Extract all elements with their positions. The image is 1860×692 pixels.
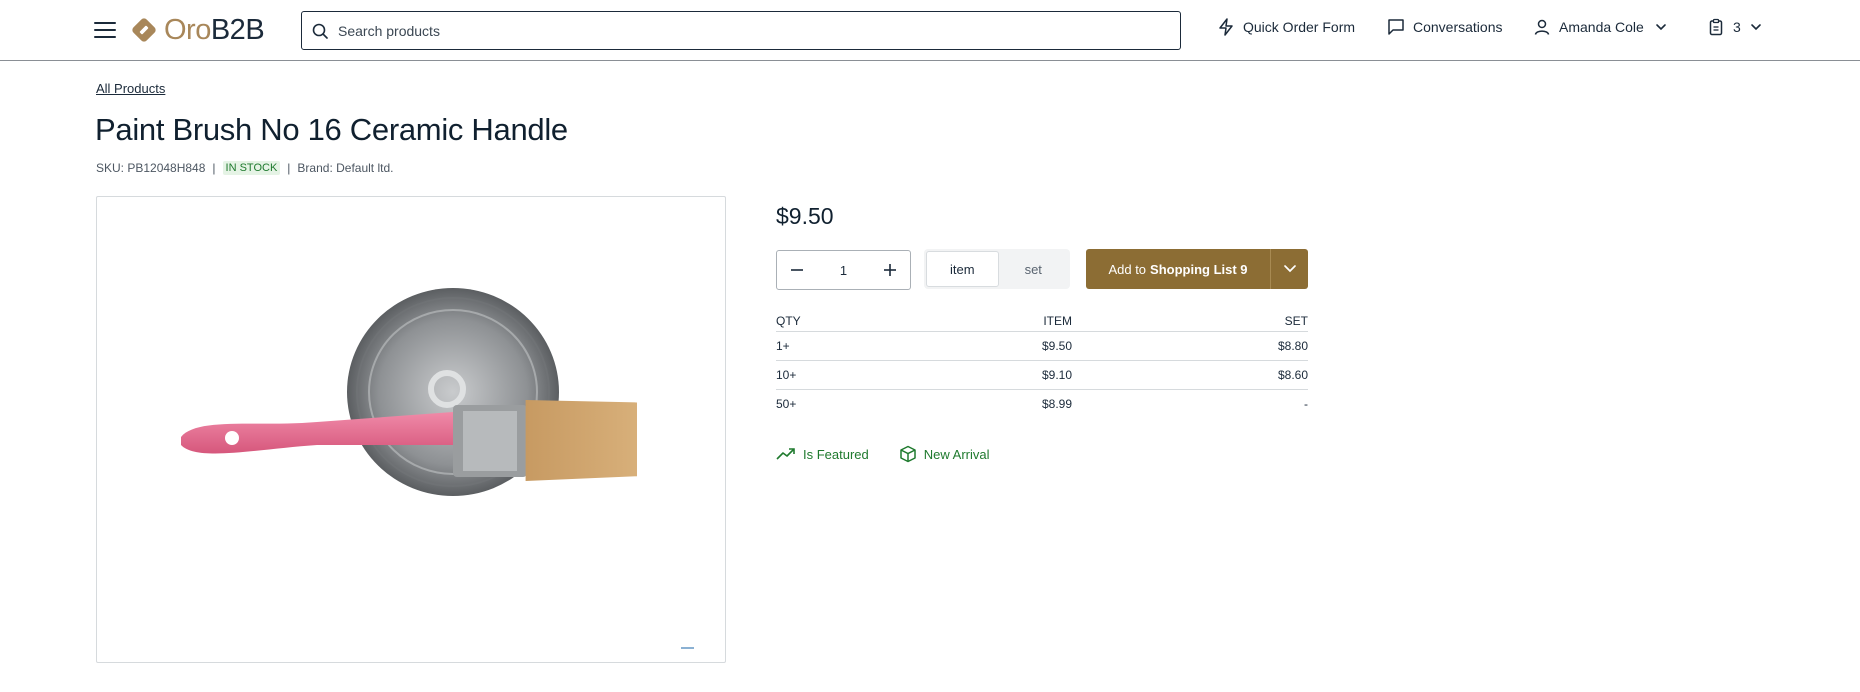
quantity-stepper[interactable]: 1 — [776, 250, 911, 290]
chevron-down-icon — [1750, 24, 1761, 31]
stock-badge: IN STOCK — [222, 161, 281, 175]
increase-quantity-button[interactable] — [880, 260, 900, 280]
product-brand: Brand: Default ltd. — [297, 161, 394, 175]
add-to-shopping-list-button[interactable]: Add to Shopping List 9 — [1086, 249, 1270, 289]
gallery-indicator[interactable] — [681, 647, 694, 649]
tier-item-price: $9.50 — [966, 330, 1072, 360]
table-row: 50+ $8.99 - — [776, 388, 1308, 418]
decrease-quantity-button[interactable] — [787, 260, 807, 280]
tier-item-price: $9.10 — [966, 359, 1072, 389]
product-image-gallery[interactable] — [96, 196, 726, 663]
column-header-qty: QTY — [776, 313, 801, 328]
column-header-set: SET — [1284, 313, 1308, 328]
logo-text-oro: Oro — [164, 13, 211, 46]
product-price: $9.50 — [776, 203, 834, 229]
product-meta: SKU: PB12048H848 | IN STOCK | Brand: Def… — [96, 161, 393, 175]
tier-qty: 10+ — [776, 359, 966, 389]
unit-option-item[interactable]: item — [926, 251, 999, 287]
search-input[interactable] — [338, 22, 1138, 39]
clipboard-icon — [1709, 18, 1723, 36]
tier-set-price: $8.80 — [1072, 330, 1308, 360]
paint-brush-with-can-image — [181, 288, 637, 496]
minus-icon — [791, 269, 803, 271]
conversations-label: Conversations — [1413, 19, 1503, 35]
shopping-list-widget[interactable]: 3 — [1707, 18, 1767, 36]
tier-set-price: $8.60 — [1072, 359, 1308, 389]
conversations-link[interactable]: Conversations — [1387, 18, 1503, 36]
quantity-value[interactable]: 1 — [840, 263, 847, 278]
chevron-down-icon — [1283, 265, 1296, 273]
label-is-featured: Is Featured — [776, 445, 869, 463]
table-row: 10+ $9.10 $8.60 — [776, 359, 1308, 389]
divider: | — [212, 161, 216, 175]
logo-mark-icon — [132, 18, 156, 42]
shopping-list-name: Shopping List 9 — [1150, 261, 1248, 277]
table-header-row: QTY ITEM SET — [776, 311, 1308, 331]
search-icon — [312, 23, 328, 39]
cart-count: 3 — [1733, 19, 1741, 35]
logo[interactable]: OroB2B — [130, 13, 265, 46]
label-new-arrival: New Arrival — [899, 445, 990, 463]
menu-icon[interactable] — [94, 20, 116, 40]
product-sku: SKU: PB12048H848 — [96, 161, 206, 175]
quick-order-form-label: Quick Order Form — [1243, 19, 1356, 35]
unit-selector: item set — [924, 249, 1070, 289]
product-labels: Is Featured New Arrival — [776, 445, 1020, 463]
chevron-down-icon — [1656, 24, 1666, 31]
user-icon — [1534, 19, 1550, 35]
shopping-list-dropdown-toggle[interactable] — [1270, 249, 1308, 289]
price-tiers-table: QTY ITEM SET 1+ $9.50 $8.80 10+ $9.10 $8… — [776, 311, 1308, 418]
add-to-label: Add to — [1108, 261, 1147, 277]
user-menu[interactable]: Amanda Cole — [1533, 18, 1672, 36]
quick-order-form-link[interactable]: Quick Order Form — [1217, 18, 1355, 36]
chat-icon — [1388, 19, 1404, 35]
trending-up-icon — [776, 448, 795, 460]
breadcrumb-all-products[interactable]: All Products — [96, 81, 165, 96]
label-is-featured-text: Is Featured — [803, 446, 869, 462]
table-row: 1+ $9.50 $8.80 — [776, 330, 1308, 360]
tier-item-price: $8.99 — [966, 388, 1072, 418]
site-header: OroB2B Quick Order Form Conversations Am… — [0, 0, 1860, 61]
unit-option-set[interactable]: set — [999, 251, 1069, 287]
tier-set-price: - — [1072, 388, 1308, 418]
label-new-arrival-text: New Arrival — [923, 446, 990, 462]
package-icon — [900, 445, 916, 463]
tier-qty: 1+ — [776, 330, 966, 360]
page-title: Paint Brush No 16 Ceramic Handle — [95, 112, 568, 147]
lightning-icon — [1219, 18, 1233, 36]
user-name: Amanda Cole — [1559, 19, 1644, 35]
column-header-item: ITEM — [1043, 313, 1072, 328]
divider: | — [287, 161, 291, 175]
plus-icon — [883, 264, 896, 276]
logo-text-b2b: B2B — [210, 13, 265, 46]
tier-qty: 50+ — [776, 388, 966, 418]
search-box[interactable] — [301, 11, 1181, 50]
